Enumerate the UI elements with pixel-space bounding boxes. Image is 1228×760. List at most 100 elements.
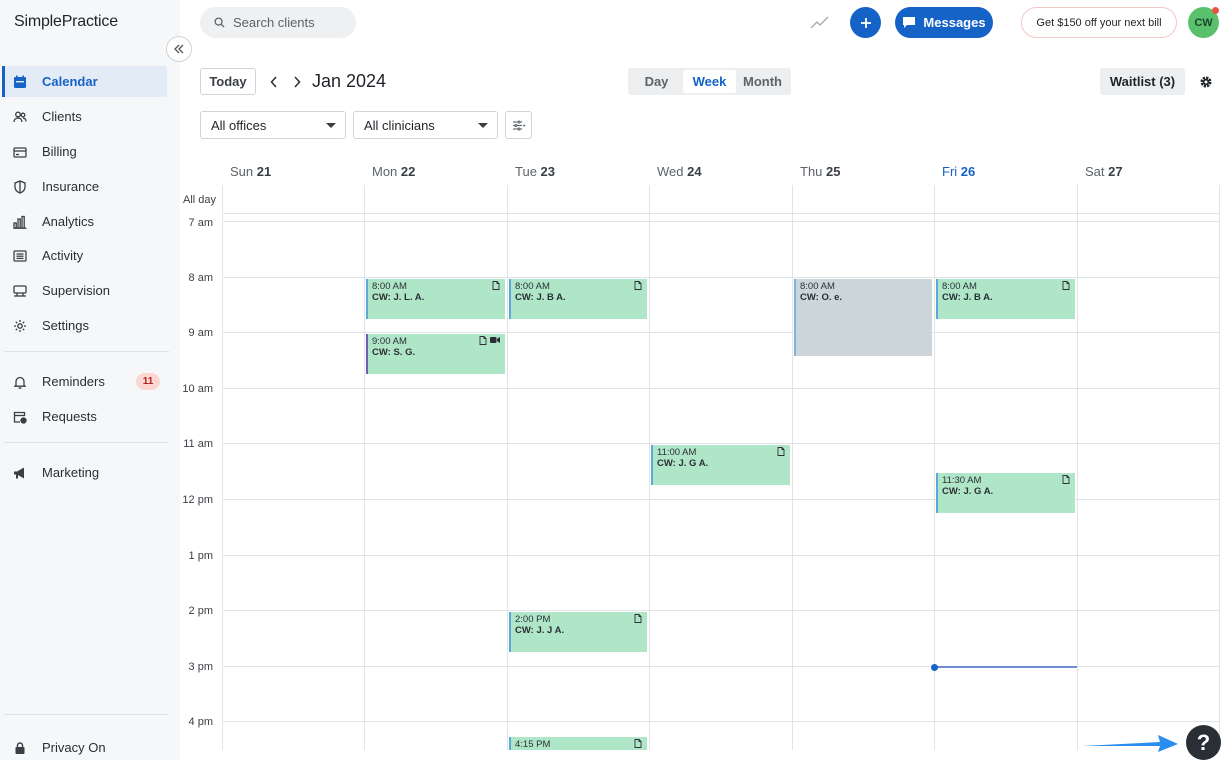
hour-line [222, 332, 1220, 333]
calendar-settings-button[interactable] [1192, 68, 1219, 95]
prev-week-button[interactable] [265, 72, 283, 92]
video-camera-icon [490, 336, 500, 348]
event-time: 8:00 AM [942, 281, 977, 292]
day-header-fri[interactable]: Fri 26 [942, 164, 975, 179]
event-icons [1062, 281, 1070, 293]
messages-button[interactable]: Messages [895, 7, 993, 38]
sidebar-item-calendar[interactable]: Calendar [2, 66, 167, 97]
clinician-select-value: All clinicians [364, 117, 435, 133]
sidebar-item-label: Reminders [42, 374, 105, 389]
appointment-event[interactable]: 8:00 AM CW: J. B A. [936, 279, 1075, 319]
office-select[interactable]: All offices [200, 111, 346, 139]
appointment-event[interactable]: 11:30 AM CW: J. G A. [936, 473, 1075, 513]
appointment-event[interactable]: 2:00 PM CW: J. J A. [509, 612, 647, 652]
hour-line [222, 721, 1220, 722]
time-label: 9 am [188, 327, 213, 339]
waitlist-button[interactable]: Waitlist (3) [1100, 68, 1185, 95]
event-icons [1062, 475, 1070, 487]
calendar-clock-icon [13, 410, 27, 424]
sidebar-item-billing[interactable]: Billing [4, 136, 167, 167]
sidebar-item-label: Marketing [42, 465, 100, 480]
appointment-event[interactable]: 8:00 AM CW: J. B A. [509, 279, 647, 319]
time-label: 1 pm [188, 550, 213, 562]
day-header-mon[interactable]: Mon 22 [372, 164, 415, 179]
appointment-event[interactable]: 9:00 AM CW: S. G. [366, 334, 505, 374]
appointment-event[interactable]: 11:00 AM CW: J. G A. [651, 445, 790, 485]
day-name: Sun [230, 164, 254, 179]
current-time-line [934, 666, 1077, 668]
sidebar-item-clients[interactable]: Clients [4, 101, 167, 132]
appointment-event[interactable]: 8:00 AM CW: O. e. [794, 279, 932, 356]
event-time: 8:00 AM [372, 281, 407, 292]
hour-line [222, 277, 1220, 278]
promo-button[interactable]: Get $150 off your next bill [1021, 7, 1177, 38]
filter-button[interactable] [505, 111, 532, 139]
note-document-icon [492, 281, 500, 293]
caret-down-icon [478, 123, 488, 128]
credit-card-icon [13, 145, 27, 159]
day-header-sat[interactable]: Sat 27 [1085, 164, 1123, 179]
view-week-button[interactable]: Week [683, 70, 736, 93]
day-header-sun[interactable]: Sun 21 [230, 164, 271, 179]
double-chevron-left-icon [174, 44, 184, 54]
help-label: ? [1196, 729, 1211, 755]
day-name: Tue [515, 164, 537, 179]
view-day-button[interactable]: Day [630, 70, 683, 93]
appointment-event[interactable]: 8:00 AM CW: J. L. A. [366, 279, 505, 319]
day-name: Thu [800, 164, 823, 179]
note-document-icon [1062, 475, 1070, 487]
sidebar-item-settings[interactable]: Settings [4, 310, 167, 341]
time-label: 12 pm [182, 494, 213, 506]
collapse-sidebar-button[interactable] [166, 36, 192, 62]
shield-icon [13, 179, 27, 194]
day-header-wed[interactable]: Wed 24 [657, 164, 702, 179]
event-client-name: CW: J. L. A. [372, 292, 425, 303]
event-client-name: CW: J. G A. [942, 486, 994, 497]
sliders-icon [512, 119, 525, 131]
event-client-name: CW: O. e. [800, 292, 843, 303]
sidebar-item-supervision[interactable]: Supervision [4, 275, 167, 306]
caret-down-icon [326, 123, 336, 128]
event-time: 11:00 AM [657, 447, 697, 458]
today-button[interactable]: Today [200, 68, 256, 95]
all-day-label: All day [183, 194, 217, 206]
day-number: 27 [1108, 164, 1123, 179]
sidebar-item-privacy[interactable]: Privacy On [4, 732, 167, 760]
day-header-thu[interactable]: Thu 25 [800, 164, 841, 179]
day-name: Fri [942, 164, 958, 179]
sidebar-item-label: Settings [42, 318, 89, 333]
bell-icon [13, 375, 27, 389]
lock-icon [13, 741, 27, 755]
sidebar-item-label: Privacy On [42, 740, 106, 755]
sidebar-item-label: Insurance [42, 179, 100, 194]
chevron-right-icon [294, 76, 301, 88]
clinician-select[interactable]: All clinicians [353, 111, 498, 139]
day-name: Sat [1085, 164, 1105, 179]
sidebar-item-activity[interactable]: Activity [4, 240, 167, 271]
trend-line-icon[interactable] [810, 13, 830, 31]
next-week-button[interactable] [288, 72, 306, 92]
day-header-tue[interactable]: Tue 23 [515, 164, 555, 179]
view-month-button[interactable]: Month [736, 70, 789, 93]
sidebar-item-label: Calendar [42, 74, 98, 89]
add-button[interactable] [850, 7, 881, 38]
reminders-count-badge: 11 [136, 373, 160, 390]
plus-icon [860, 17, 871, 28]
sidebar-item-marketing[interactable]: Marketing [4, 457, 167, 488]
help-button[interactable]: ? [1186, 725, 1221, 760]
chat-bubble-icon [903, 17, 916, 28]
sidebar-item-label: Activity [42, 248, 84, 263]
appointment-event[interactable]: 4:15 PM [509, 737, 647, 750]
list-icon [13, 249, 27, 263]
event-time: 2:00 PM [515, 614, 551, 625]
note-document-icon [777, 447, 785, 459]
sidebar-item-reminders[interactable]: Reminders 11 [4, 366, 167, 397]
search-input[interactable] [233, 15, 353, 30]
sidebar-item-analytics[interactable]: Analytics [4, 206, 167, 237]
search-box[interactable] [200, 7, 356, 38]
day-number: 24 [687, 164, 702, 179]
sidebar-divider [4, 442, 169, 443]
gear-icon [1200, 76, 1211, 87]
sidebar-item-insurance[interactable]: Insurance [4, 171, 167, 202]
sidebar-item-requests[interactable]: Requests [4, 401, 167, 432]
